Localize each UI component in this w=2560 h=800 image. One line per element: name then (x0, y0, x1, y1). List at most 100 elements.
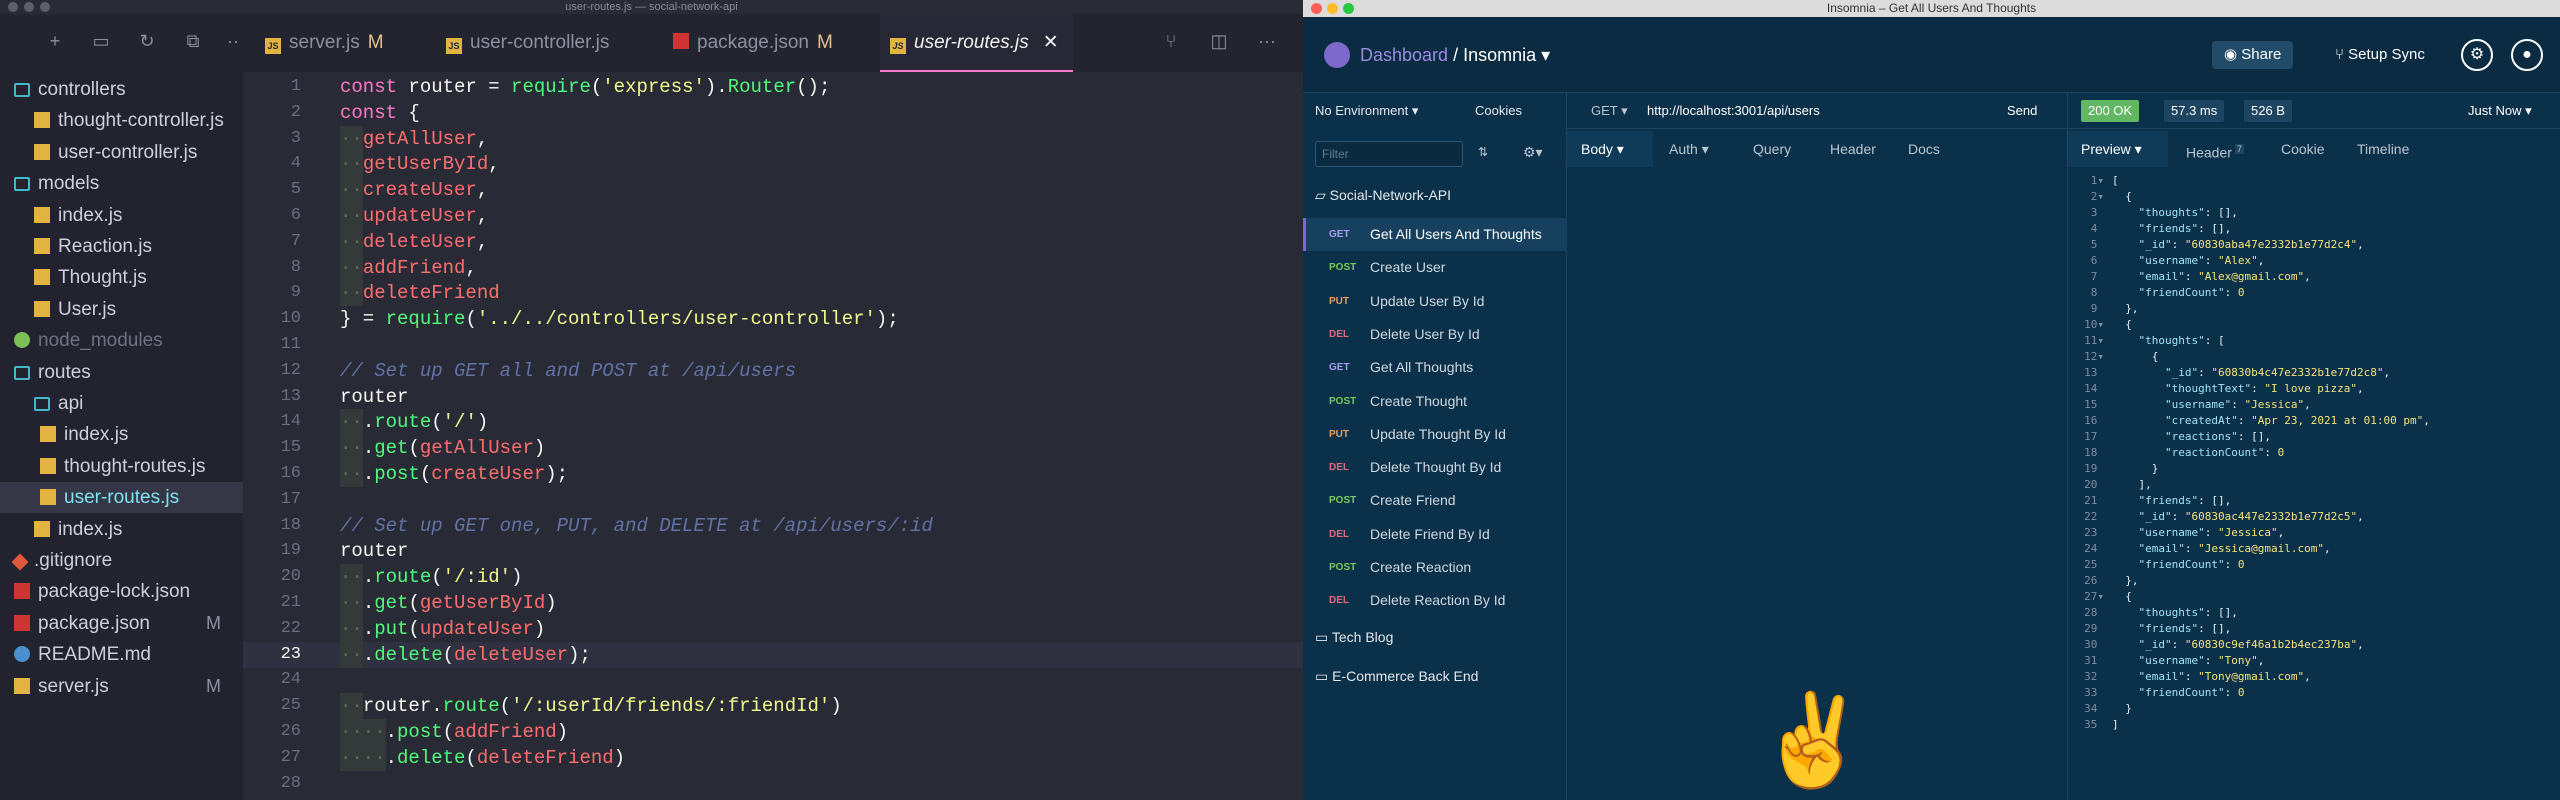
code-line[interactable]: 1 const router = require('express').Route… (243, 74, 1303, 100)
code-line[interactable]: 25 ··router.route('/:userId/friends/:frie… (243, 693, 1303, 720)
code-line[interactable]: 18 // Set up GET one, PUT, and DELETE at … (243, 513, 1303, 539)
file-tree-item[interactable]: node_modules (0, 325, 243, 356)
close-window-button[interactable] (8, 2, 18, 12)
file-tree-item[interactable]: Thought.js (0, 262, 243, 293)
folder-tech-blog[interactable]: ▭ Tech Blog (1303, 625, 1567, 649)
request-item[interactable]: GET Get All Users And Thoughts (1303, 218, 1567, 251)
file-tree-item[interactable]: user-routes.js (0, 482, 243, 514)
request-item[interactable]: GET Get All Thoughts (1303, 351, 1567, 384)
code-line[interactable]: 22 ··.put(updateUser) (243, 615, 1303, 642)
method-selector[interactable]: GET ▾ (1591, 103, 1628, 119)
code-line[interactable]: 23 ··.delete(deleteUser); (243, 641, 1303, 668)
file-tree-item[interactable]: index.js (0, 419, 243, 450)
file-tree-item[interactable]: user-controller.js (0, 137, 243, 168)
request-item[interactable]: POST Create Reaction (1303, 551, 1567, 584)
settings-gear-icon[interactable]: ⚙ (2461, 39, 2493, 71)
code-line[interactable]: 11 (243, 332, 1303, 358)
folder-e-commerce[interactable]: ▭ E-Commerce Back End (1303, 664, 1567, 688)
code-line[interactable]: 8 ··addFriend, (243, 254, 1303, 281)
code-line[interactable]: 3 ··getAllUser, (243, 125, 1303, 152)
code-line[interactable]: 12 // Set up GET all and POST at /api/use… (243, 358, 1303, 384)
add-menu-icon[interactable]: ⚙▾ (1523, 144, 1543, 161)
code-line[interactable]: 15 ··.get(getAllUser) (243, 435, 1303, 462)
request-item[interactable]: DEL Delete User By Id (1303, 318, 1567, 351)
file-tree-item[interactable]: README.md (0, 639, 243, 670)
code-line[interactable]: 2 const { (243, 100, 1303, 126)
new-file-icon[interactable]: + (44, 30, 66, 52)
tab-auth[interactable]: Auth ▾ (1669, 131, 1709, 167)
file-tree-item[interactable]: package.json M (0, 608, 243, 639)
tab-user-controller-js[interactable]: JS user-controller.js (446, 14, 609, 72)
tab-preview[interactable]: Preview ▾ (2068, 131, 2168, 167)
file-tree-item[interactable]: User.js (0, 294, 243, 325)
breadcrumb-app[interactable]: Insomnia (1463, 45, 1536, 65)
code-line[interactable]: 20 ··.route('/:id') (243, 564, 1303, 591)
file-tree-item[interactable]: package-lock.json (0, 576, 243, 607)
code-line[interactable]: 5 ··createUser, (243, 177, 1303, 204)
tab-response-header[interactable]: Header 7 (2186, 131, 2244, 167)
more-actions-icon[interactable]: ·· (222, 30, 244, 52)
file-tree-item[interactable]: server.js M (0, 671, 243, 702)
sort-icon[interactable]: ⇅ (1478, 145, 1488, 159)
tab-query[interactable]: Query (1753, 131, 1791, 167)
file-tree-item[interactable]: controllers (0, 74, 243, 105)
source-control-icon[interactable]: ⑂ (1160, 30, 1182, 52)
new-folder-icon[interactable]: ▭ (90, 30, 112, 52)
file-tree-item[interactable]: models (0, 168, 243, 199)
file-tree-item[interactable]: api (0, 388, 243, 419)
minimize-window-button[interactable] (1327, 3, 1338, 14)
collapse-all-icon[interactable]: ⧉ (182, 30, 204, 52)
tab-cookie[interactable]: Cookie (2281, 131, 2325, 167)
code-line[interactable]: 6 ··updateUser, (243, 203, 1303, 229)
request-item[interactable]: PUT Update Thought By Id (1303, 418, 1567, 451)
code-line[interactable]: 24 (243, 667, 1303, 693)
file-tree-item[interactable]: index.js (0, 200, 243, 231)
code-editor[interactable]: 1 const router = require('express').Route… (243, 72, 1303, 800)
request-item[interactable]: DEL Delete Thought By Id (1303, 451, 1567, 484)
editor-more-icon[interactable]: ··· (1256, 30, 1278, 52)
request-item[interactable]: PUT Update User By Id (1303, 285, 1567, 318)
minimize-window-button[interactable] (24, 2, 34, 12)
share-button[interactable]: ◉ Share (2212, 41, 2294, 69)
file-tree-item[interactable]: index.js (0, 514, 243, 545)
request-item[interactable]: DEL Delete Friend By Id (1303, 518, 1567, 551)
account-icon[interactable]: ● (2511, 39, 2543, 71)
url-input[interactable]: http://localhost:3001/api/users (1647, 103, 1820, 118)
tab-server-js[interactable]: JS server.js M (265, 14, 384, 72)
request-item[interactable]: DEL Delete Reaction By Id (1303, 584, 1567, 617)
close-window-button[interactable] (1311, 3, 1322, 14)
code-line[interactable]: 27 ····.delete(deleteFriend) (243, 744, 1303, 771)
request-item[interactable]: POST Create Friend (1303, 484, 1567, 517)
request-item[interactable]: POST Create User (1303, 251, 1567, 284)
cookies-button[interactable]: Cookies (1475, 93, 1535, 129)
code-line[interactable]: 21 ··.get(getUserById) (243, 590, 1303, 616)
code-line[interactable]: 9 ··deleteFriend (243, 280, 1303, 307)
history-selector[interactable]: Just Now ▾ (2468, 103, 2532, 119)
split-editor-icon[interactable]: ◫ (1208, 30, 1230, 52)
send-button[interactable]: Send (2007, 103, 2037, 118)
tab-user-routes-js[interactable]: JS user-routes.js ✕ (880, 14, 1073, 72)
code-line[interactable]: 14 ··.route('/') (243, 409, 1303, 436)
code-line[interactable]: 19 router (243, 538, 1303, 564)
collection-folder[interactable]: ▱ Social-Network-API (1303, 183, 1567, 207)
file-tree-item[interactable]: Reaction.js (0, 231, 243, 262)
tab-timeline[interactable]: Timeline (2357, 131, 2409, 167)
request-item[interactable]: POST Create Thought (1303, 385, 1567, 418)
file-tree-item[interactable]: routes (0, 357, 243, 388)
tab-header[interactable]: Header (1830, 131, 1876, 167)
refresh-icon[interactable]: ↻ (136, 30, 158, 52)
breadcrumb-dashboard[interactable]: Dashboard (1360, 45, 1448, 65)
file-tree-item[interactable]: thought-controller.js (0, 105, 243, 136)
code-line[interactable]: 26 ····.post(addFriend) (243, 719, 1303, 745)
code-line[interactable]: 28 (243, 771, 1303, 797)
tab-body[interactable]: Body ▾ (1567, 131, 1653, 167)
code-line[interactable]: 4 ··getUserById, (243, 151, 1303, 178)
tab-docs[interactable]: Docs (1908, 131, 1940, 167)
code-line[interactable]: 10} = require('../../controllers/user-co… (243, 306, 1303, 332)
filter-input[interactable]: Filter (1315, 141, 1463, 167)
code-line[interactable]: 17 (243, 487, 1303, 513)
close-tab-icon[interactable]: ✕ (1043, 32, 1059, 53)
tab-package-json[interactable]: package.json M (673, 14, 833, 72)
code-line[interactable]: 16 ··.post(createUser); (243, 461, 1303, 487)
breadcrumb[interactable]: Dashboard / Insomnia ▾ (1360, 43, 1550, 67)
